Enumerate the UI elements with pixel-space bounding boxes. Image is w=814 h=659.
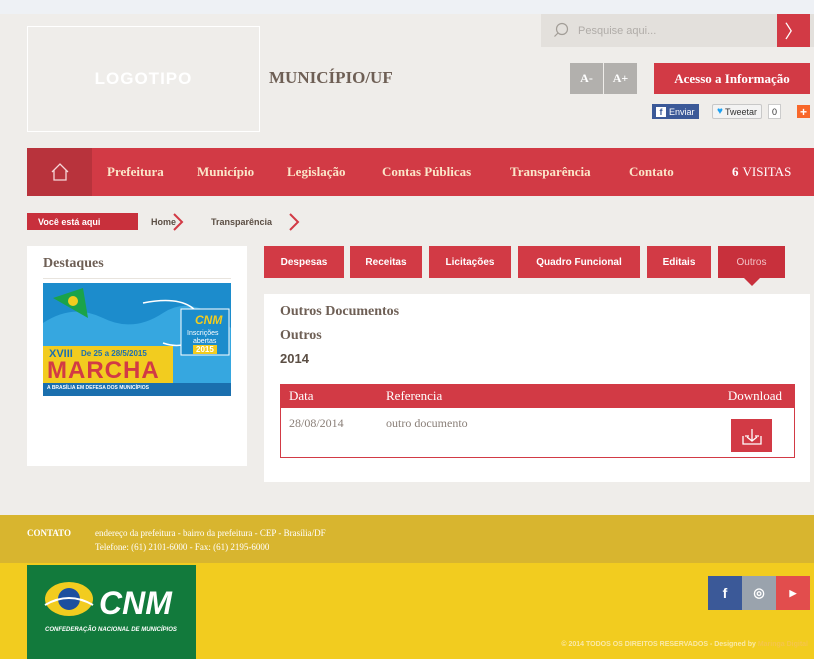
row-date: 28/08/2014 — [289, 416, 344, 430]
tab-editais[interactable]: Editais — [647, 246, 711, 278]
destaques-panel: Destaques XVIII De 25 a 28/5/2015 MARCHA… — [27, 246, 247, 466]
acesso-informacao-button[interactable]: Acesso a Informação — [654, 63, 810, 94]
facebook-icon: f — [722, 585, 728, 601]
search-input[interactable] — [578, 22, 768, 40]
download-icon — [741, 428, 762, 445]
facebook-share-label: Enviar — [669, 106, 695, 117]
facebook-link[interactable]: f — [708, 576, 742, 610]
tweet-button[interactable]: ♥ Tweetar — [712, 104, 762, 119]
page: LOGOTIPO MUNICÍPIO/UF 〉 A- A+ Acesso a I… — [0, 0, 814, 659]
tweet-count: 0 — [768, 104, 781, 119]
nav-item-municipio[interactable]: Município — [197, 148, 254, 196]
visits-count: 6 — [732, 164, 739, 179]
breadcrumb-transparencia[interactable]: Transparência — [211, 213, 272, 230]
tab-quadro-funcional[interactable]: Quadro Funcional — [518, 246, 640, 278]
destaques-title: Destaques — [43, 256, 104, 271]
cnm-logo[interactable]: CNM CONFEDERAÇÃO NACIONAL DE MUNICÍPIOS — [27, 565, 196, 659]
col-data: Data — [289, 388, 314, 403]
facebook-icon: f — [656, 106, 666, 117]
breadcrumb-chevron-icon — [289, 213, 300, 231]
documents-year: 2014 — [280, 351, 309, 366]
nav-item-transparencia[interactable]: Transparência — [510, 148, 591, 196]
marcha-banner[interactable]: XVIII De 25 a 28/5/2015 MARCHA A BRASÍLI… — [43, 283, 231, 396]
visits-label: VISITAS — [742, 164, 792, 179]
home-icon — [51, 163, 68, 181]
instagram-link[interactable]: ◎ — [742, 576, 776, 610]
facebook-share-button[interactable]: f Enviar — [652, 104, 699, 119]
designer-link[interactable]: Maringa Digital — [758, 641, 808, 648]
search-submit-button[interactable]: 〉 — [777, 14, 810, 47]
table-header: Data Referencia Download — [281, 385, 794, 408]
site-title: MUNICÍPIO/UF — [269, 68, 393, 87]
nav-item-contas-publicas[interactable]: Contas Públicas — [382, 148, 471, 196]
banner-tagline: A BRASÍLIA EM DEFESA DOS MUNICÍPIOS — [47, 385, 149, 391]
tweet-label: Tweetar — [724, 106, 757, 117]
font-decrease-button[interactable]: A- — [570, 63, 603, 94]
nav-item-prefeitura[interactable]: Prefeitura — [107, 148, 164, 196]
twitter-bird-icon: ♥ — [717, 106, 723, 117]
footer-phone: Telefone: (61) 2101-6000 - Fax: (61) 219… — [95, 542, 270, 552]
visits-counter: 6 VISITAS — [732, 148, 791, 196]
divider — [43, 278, 231, 279]
breadcrumb-here-label: Você está aqui — [27, 213, 138, 230]
footer-contact-label: CONTATO — [27, 528, 72, 538]
search-icon — [554, 22, 569, 37]
documents-panel: Outros Documentos Outros 2014 Data Refer… — [264, 294, 810, 482]
banner-title: MARCHA — [47, 357, 160, 384]
cnm-logo-text: CNM — [99, 585, 172, 621]
youtube-icon: ▶ — [789, 587, 797, 598]
documents-title: Outros Documentos — [280, 304, 400, 319]
tab-outros[interactable]: Outros — [718, 246, 785, 278]
copyright: © 2014 TODOS OS DIREITOS RESERVADOS - De… — [561, 641, 808, 648]
banner-tag-org: CNM — [195, 313, 223, 327]
top-strip — [0, 0, 814, 14]
cnm-org-name: CONFEDERAÇÃO NACIONAL DE MUNICÍPIOS — [45, 627, 177, 633]
logo-placeholder[interactable]: LOGOTIPO — [27, 26, 260, 132]
instagram-icon: ◎ — [753, 585, 765, 600]
download-button[interactable] — [731, 419, 772, 452]
banner-tag-year: 2015 — [193, 345, 217, 354]
nav-item-contato[interactable]: Contato — [629, 148, 674, 196]
copyright-text: © 2014 TODOS OS DIREITOS RESERVADOS - De… — [561, 641, 756, 648]
addthis-plus-button[interactable]: + — [797, 105, 810, 119]
home-button[interactable] — [27, 148, 92, 196]
logo-text: LOGOTIPO — [94, 69, 193, 88]
col-download: Download — [727, 388, 782, 403]
footer-address: endereço da prefeitura - bairro da prefe… — [95, 528, 326, 538]
search-bar: 〉 — [541, 14, 814, 47]
col-referencia: Referencia — [386, 388, 443, 403]
active-tab-indicator — [744, 278, 760, 286]
footer-contact: CONTATO endereço da prefeitura - bairro … — [0, 515, 814, 563]
nav-item-legislacao[interactable]: Legislação — [287, 148, 346, 196]
row-reference: outro documento — [386, 416, 468, 430]
documents-subtitle: Outros — [280, 328, 322, 343]
tab-receitas[interactable]: Receitas — [350, 246, 422, 278]
font-increase-button[interactable]: A+ — [604, 63, 637, 94]
banner-tag-text1: Inscrições — [187, 330, 219, 337]
main-nav: Prefeitura Município Legislação Contas P… — [27, 148, 814, 196]
documents-table: Data Referencia Download 28/08/2014 outr… — [280, 384, 795, 458]
tab-licitacoes[interactable]: Licitações — [429, 246, 511, 278]
tab-despesas[interactable]: Despesas — [264, 246, 344, 278]
youtube-link[interactable]: ▶ — [776, 576, 810, 610]
breadcrumb-home[interactable]: Home — [151, 213, 176, 230]
banner-tag-text2: abertas — [193, 338, 217, 345]
